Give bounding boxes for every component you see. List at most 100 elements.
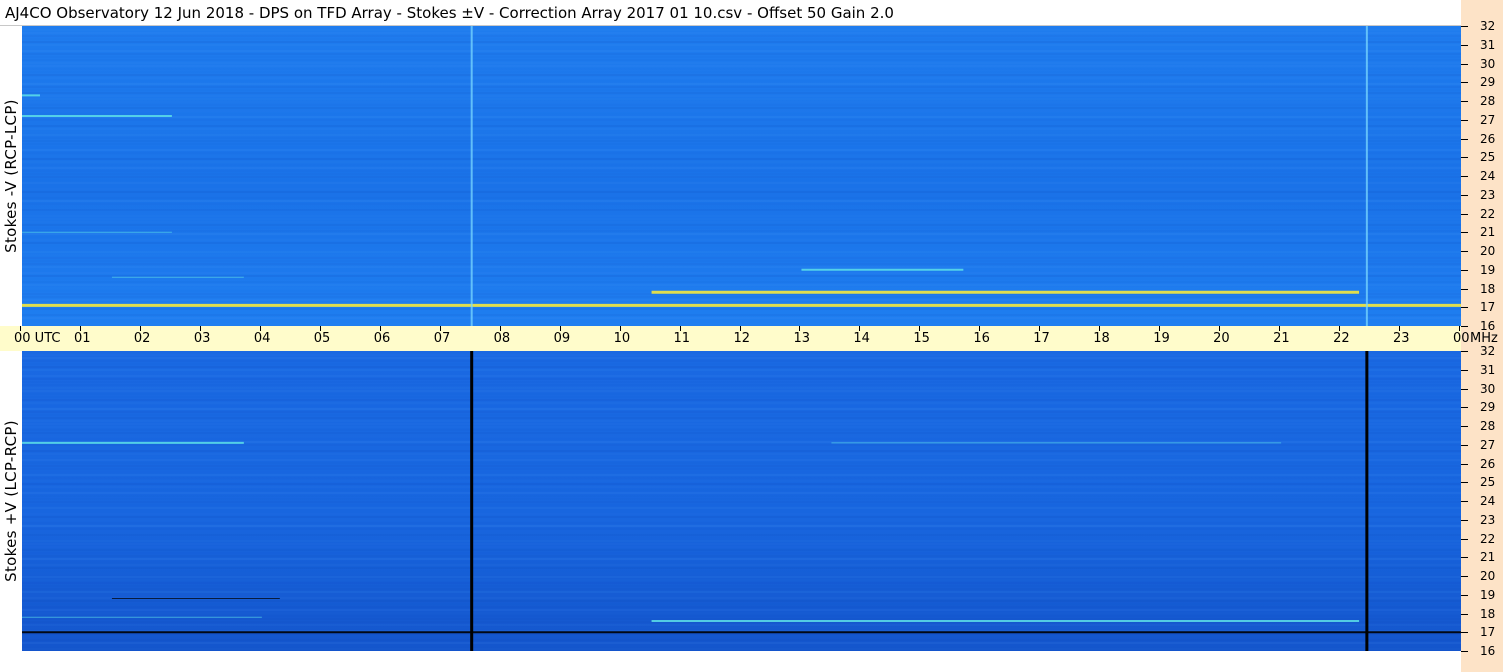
top-panel-ylabel-text: Stokes -V (RCP-LCP) <box>2 99 21 253</box>
frequency-tick-label: 27 <box>1480 112 1496 127</box>
texture-band <box>22 38 1461 40</box>
texture-band <box>22 390 1461 392</box>
texture-band <box>22 555 1461 557</box>
texture-band <box>22 381 1461 383</box>
texture-band <box>22 53 1461 55</box>
frequency-tick <box>1461 501 1468 502</box>
texture-band <box>22 531 1461 533</box>
spectral-feature <box>651 620 1360 622</box>
texture-band <box>22 62 1461 64</box>
frequency-tick-label: 31 <box>1480 362 1496 377</box>
spectral-feature <box>111 276 244 278</box>
texture-band <box>22 519 1461 521</box>
vertical-line <box>1365 351 1369 651</box>
texture-band <box>22 438 1461 440</box>
texture-band <box>22 624 1461 626</box>
texture-band <box>22 278 1461 280</box>
frequency-tick <box>1461 576 1468 577</box>
texture-band <box>22 636 1461 638</box>
texture-band <box>22 510 1461 512</box>
frequency-tick-label: 17 <box>1480 625 1496 640</box>
texture-band <box>22 41 1461 43</box>
texture-band <box>22 230 1461 232</box>
texture-band <box>22 411 1461 413</box>
frequency-tick <box>1461 232 1468 234</box>
frequency-tick-label: 32 <box>1480 344 1496 358</box>
texture-band <box>22 131 1461 133</box>
texture-band <box>22 537 1461 539</box>
texture-band <box>22 254 1461 256</box>
texture-band <box>22 116 1461 118</box>
time-tick-label: 17 <box>1033 331 1050 346</box>
frequency-tick-label: 23 <box>1480 187 1496 202</box>
texture-band <box>22 522 1461 524</box>
texture-band <box>22 167 1461 169</box>
time-tick-label: 01 <box>73 331 91 346</box>
vertical-line <box>1365 26 1368 326</box>
texture-band <box>22 140 1461 142</box>
texture-band <box>22 552 1461 554</box>
texture-band <box>22 549 1461 551</box>
frequency-tick-label: 16 <box>1480 319 1496 333</box>
spectral-feature <box>651 290 1360 294</box>
time-axis: 00 UTC 01 02 03 04 05 06 07 08 09 10 11 12 13 14 15 16 17… <box>0 326 1498 351</box>
frequency-tick-label: 19 <box>1480 587 1496 602</box>
texture-band <box>22 498 1461 500</box>
frequency-tick <box>1461 307 1468 309</box>
texture-band <box>22 242 1461 244</box>
texture-band <box>22 495 1461 497</box>
frequency-tick <box>1461 519 1468 521</box>
texture-band <box>22 354 1461 356</box>
texture-band <box>22 80 1461 82</box>
texture-band <box>22 251 1461 253</box>
frequency-tick <box>1461 651 1468 652</box>
frequency-tick-label: 29 <box>1480 400 1496 415</box>
texture-band <box>22 98 1461 100</box>
spectral-feature <box>111 598 280 599</box>
texture-band <box>22 206 1461 208</box>
texture-band <box>22 35 1461 37</box>
time-tick-label: 23 <box>1393 331 1410 346</box>
time-tick-label: 13 <box>793 331 810 346</box>
frequency-tick <box>1461 369 1468 371</box>
frequency-tick-label: 26 <box>1480 131 1496 146</box>
texture-band <box>22 432 1461 434</box>
frequency-tick <box>1461 444 1468 446</box>
texture-band <box>22 483 1461 485</box>
texture-band <box>22 236 1461 238</box>
frequency-tick <box>1461 557 1468 559</box>
texture-band <box>22 450 1461 452</box>
frequency-tick <box>1461 82 1468 84</box>
frequency-tick-label: 24 <box>1480 494 1496 508</box>
texture-band <box>22 164 1461 166</box>
spectral-feature <box>22 441 244 444</box>
texture-band <box>22 408 1461 410</box>
texture-band <box>22 287 1461 289</box>
texture-band <box>22 65 1461 67</box>
texture-band <box>22 128 1461 130</box>
texture-band <box>22 570 1461 572</box>
texture-band <box>22 77 1461 79</box>
texture-band <box>22 618 1461 620</box>
frequency-tick <box>1461 613 1468 615</box>
texture-band <box>22 296 1461 298</box>
texture-band <box>22 182 1461 184</box>
texture-band <box>22 423 1461 425</box>
texture-band <box>22 323 1461 325</box>
texture-band <box>22 95 1461 97</box>
frequency-tick <box>1461 326 1468 327</box>
texture-band <box>22 405 1461 407</box>
time-tick-label: 16 <box>973 331 990 346</box>
texture-band <box>22 444 1461 446</box>
texture-band <box>22 233 1461 235</box>
bottom-panel-ylabel: Stokes +V (LCP-RCP) <box>0 351 22 651</box>
texture-band <box>22 357 1461 359</box>
texture-band <box>22 113 1461 115</box>
texture-band <box>22 224 1461 226</box>
texture-band <box>22 161 1461 163</box>
texture-band <box>22 588 1461 590</box>
texture-band <box>22 245 1461 247</box>
texture-band <box>22 507 1461 509</box>
spectral-feature <box>801 268 964 271</box>
frequency-tick <box>1461 426 1468 427</box>
